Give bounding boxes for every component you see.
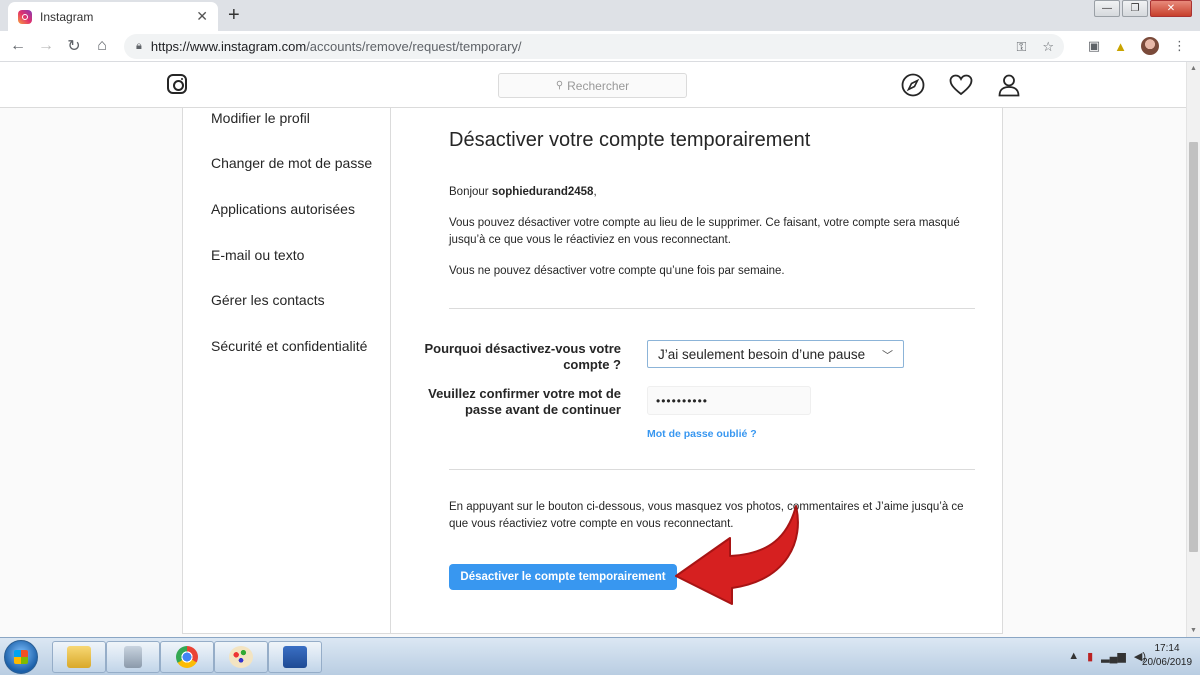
settings-panel: Modifier le profil Changer de mot de pas… <box>182 108 1003 634</box>
address-bar[interactable]: 🔒︎ https://www.instagram.com/accounts/re… <box>124 34 1064 59</box>
extension-area: ▣ ▲ ⋮ <box>1088 37 1186 55</box>
divider <box>449 469 975 470</box>
scroll-up-icon[interactable]: ▲ <box>1190 65 1197 72</box>
sidebar-item-change-password[interactable]: Changer de mot de passe <box>211 155 372 171</box>
taskbar-clock[interactable]: 17:14 20/06/2019 <box>1140 642 1194 670</box>
system-tray: ▲ ▮ ▂▄▆ ◀) <box>1068 650 1146 663</box>
greeting: Bonjour sophiedurand2458, <box>449 184 975 201</box>
password-label: Veuillez confirmer votre mot de passe av… <box>428 386 621 417</box>
tray-show-hidden-icon[interactable]: ▲ <box>1068 650 1079 663</box>
taskbar-calculator[interactable] <box>106 641 160 673</box>
back-arrow-icon[interactable]: ← <box>4 37 32 55</box>
bookmark-star-icon[interactable]: ☆ <box>1042 39 1054 55</box>
url-path: /accounts/remove/request/temporary/ <box>306 39 522 54</box>
sidebar-item-email-sms[interactable]: E-mail ou texto <box>211 247 304 263</box>
search-input[interactable]: ⚲ Rechercher <box>498 73 687 98</box>
new-tab-button[interactable]: + <box>228 4 240 27</box>
forward-arrow-icon[interactable]: → <box>32 37 60 55</box>
deactivate-temporarily-button[interactable]: Désactiver le compte temporairement <box>449 564 677 590</box>
instagram-logo-icon[interactable] <box>167 74 187 94</box>
folder-icon <box>67 646 91 668</box>
url-host: https://www.instagram.com <box>150 39 307 54</box>
explore-compass-icon[interactable] <box>900 72 926 98</box>
reason-select[interactable]: J’ai seulement besoin d’une pause ﹀ <box>647 340 904 368</box>
calculator-icon <box>124 646 142 668</box>
search-icon: ⚲ <box>555 80 564 91</box>
window-controls: — ❐ ✕ <box>1094 0 1192 17</box>
reason-select-value: J’ai seulement besoin d’une pause <box>658 346 866 362</box>
scrollbar-thumb[interactable] <box>1189 142 1198 552</box>
greeting-prefix: Bonjour <box>449 186 492 198</box>
browser-tab[interactable]: Instagram ✕ <box>8 2 218 31</box>
clock-date: 20/06/2019 <box>1141 657 1193 668</box>
key-icon[interactable]: ⚿ <box>1016 39 1026 55</box>
maximize-button[interactable]: ❐ <box>1122 0 1148 17</box>
minimize-button[interactable]: — <box>1094 0 1120 17</box>
profile-user-icon[interactable] <box>996 72 1022 98</box>
sidebar-item-edit-profile[interactable]: Modifier le profil <box>211 110 310 126</box>
greeting-suffix: , <box>593 186 597 198</box>
sidebar-item-privacy-security[interactable]: Sécurité et confidentialité <box>211 338 367 354</box>
info-paragraph: Vous pouvez désactiver votre compte au l… <box>449 217 960 246</box>
page-title: Désactiver votre compte temporairement <box>449 129 811 151</box>
page-scrollbar[interactable]: ▲ ▼ <box>1186 62 1200 637</box>
sidebar-item-manage-contacts[interactable]: Gérer les contacts <box>211 292 325 308</box>
paint-palette-icon <box>229 646 253 668</box>
tab-close-icon[interactable]: ✕ <box>196 8 208 25</box>
instagram-favicon-icon <box>18 9 32 24</box>
start-button[interactable] <box>4 640 38 674</box>
windows-taskbar: ▲ ▮ ▂▄▆ ◀) 17:14 20/06/2019 <box>0 637 1200 675</box>
forgot-password-link[interactable]: Mot de passe oublié ? <box>647 428 757 440</box>
password-field[interactable]: •••••••••• <box>647 386 811 415</box>
profile-avatar[interactable] <box>1141 37 1159 55</box>
weekly-limit-text: Vous ne pouvez désactiver votre compte q… <box>449 265 785 277</box>
settings-sidebar: Modifier le profil Changer de mot de pas… <box>183 108 391 633</box>
password-value: •••••••••• <box>656 393 709 408</box>
menu-kebab-icon[interactable]: ⋮ <box>1173 38 1186 54</box>
browser-toolbar: ← → ↻ ⌂ 🔒︎ https://www.instagram.com/acc… <box>0 31 1200 62</box>
chrome-icon <box>176 646 198 668</box>
reason-label: Pourquoi désactivez-vous votre compte ? <box>424 341 622 372</box>
divider <box>449 308 975 309</box>
close-window-button[interactable]: ✕ <box>1150 0 1192 17</box>
username: sophiedurand2458 <box>491 186 594 198</box>
word-icon <box>283 646 307 668</box>
clock-time: 17:14 <box>1154 643 1180 654</box>
tray-power-icon[interactable]: ▮ <box>1087 650 1093 663</box>
taskbar-chrome[interactable] <box>160 641 214 673</box>
tab-title: Instagram <box>40 9 94 24</box>
scroll-down-icon[interactable]: ▼ <box>1190 627 1197 634</box>
reload-icon[interactable]: ↻ <box>60 36 88 56</box>
sidebar-item-authorized-apps[interactable]: Applications autorisées <box>211 201 355 217</box>
red-annotation-arrow-icon <box>675 505 799 605</box>
instagram-header: ⚲ Rechercher <box>0 62 1186 108</box>
extension-flask-icon[interactable]: ▲ <box>1114 39 1127 54</box>
taskbar-explorer[interactable] <box>52 641 106 673</box>
lock-icon: 🔒︎ <box>136 40 142 52</box>
chevron-down-icon: ﹀ <box>882 350 893 362</box>
home-icon[interactable]: ⌂ <box>88 37 116 55</box>
activity-heart-icon[interactable] <box>948 72 974 98</box>
taskbar-paint[interactable] <box>214 641 268 673</box>
browser-tab-strip: Instagram ✕ + — ❐ ✕ <box>0 0 1200 31</box>
search-placeholder: Rechercher <box>567 78 630 93</box>
taskbar-word[interactable] <box>268 641 322 673</box>
extension-icon[interactable]: ▣ <box>1088 38 1100 54</box>
tray-network-icon[interactable]: ▂▄▆ <box>1101 650 1126 663</box>
